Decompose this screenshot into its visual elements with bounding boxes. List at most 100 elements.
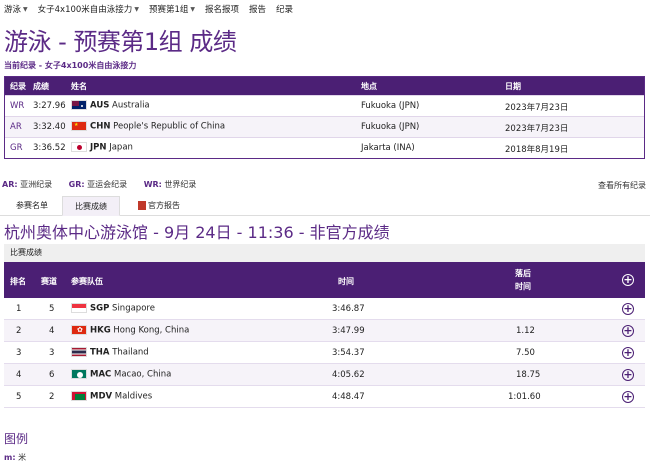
caret-down-icon: ▼ (134, 6, 139, 13)
record-holder[interactable]: ★ CHN People's Republic of China (71, 121, 225, 132)
nav-event-dropdown[interactable]: 女子4x100米自由泳接力 ▼ (38, 3, 139, 15)
nav-reports-link[interactable]: 报告 (249, 3, 266, 15)
record-row-wr: WR 3:27.96 AUS Australia Fukuoka (JPN) 2… (5, 95, 644, 116)
result-row: 5 2 MDV Maldives 4:48.47 1:01.60 + (4, 386, 645, 408)
country-name: People's Republic of China (113, 121, 226, 132)
expand-row-icon[interactable]: + (622, 303, 634, 315)
country-code: AUS (90, 100, 110, 111)
record-date: 2018年8月19日 (505, 145, 569, 155)
legend-text: 米 (18, 453, 27, 462)
header-date: 日期 (505, 82, 521, 91)
country-name: Thailand (112, 347, 149, 358)
results-section-label: 比赛成绩 (4, 244, 645, 262)
expand-row-icon[interactable]: + (622, 325, 634, 337)
record-type: GR (10, 143, 23, 153)
abbr-gr: GR: 亚运会纪录 (69, 180, 127, 189)
result-time: 4:05.62 (332, 370, 365, 380)
event-title: 杭州奥体中心游泳馆 - 9月 24日 - 11:36 - 非官方成绩 (4, 223, 390, 242)
result-lane: 3 (49, 348, 55, 358)
result-rank: 4 (16, 370, 22, 380)
result-behind: 1.12 (516, 326, 535, 336)
legend-code: m: (4, 453, 16, 462)
nav-label: 游泳 (4, 5, 22, 15)
records-header-row: 纪录 成绩 姓名 地点 日期 (5, 77, 644, 95)
flag-sgp-icon (71, 303, 87, 313)
result-lane: 4 (49, 326, 55, 336)
flag-mdv-icon (71, 391, 87, 401)
country-code: THA (90, 347, 110, 358)
pdf-icon (138, 201, 146, 210)
country-name: Hong Kong, China (113, 325, 190, 336)
nav-phase-dropdown[interactable]: 预赛第1组 ▼ (149, 3, 195, 15)
abbr-text: 亚洲纪录 (20, 180, 53, 189)
record-type: WR (10, 101, 25, 111)
abbr-text: 世界纪录 (164, 180, 197, 189)
view-all-records-link[interactable]: 查看所有纪录 (598, 180, 646, 191)
nav-records-link[interactable]: 纪录 (276, 3, 293, 15)
expand-row-icon[interactable]: + (622, 391, 634, 403)
top-nav: 游泳 ▼ 女子4x100米自由泳接力 ▼ 预赛第1组 ▼ 报名报项 报告 纪录 (0, 0, 650, 18)
record-holder[interactable]: AUS Australia (71, 100, 150, 111)
tab-official-report[interactable]: 官方报告 (126, 196, 192, 216)
record-holder[interactable]: JPN Japan (71, 142, 133, 153)
nav-entries-link[interactable]: 报名报项 (205, 3, 239, 15)
result-team[interactable]: THA Thailand (71, 347, 149, 358)
country-code: JPN (90, 142, 107, 153)
result-time: 3:46.87 (332, 304, 365, 314)
nav-sport-dropdown[interactable]: 游泳 ▼ (4, 3, 28, 15)
header-lane: 赛道 (41, 277, 57, 286)
result-rank: 5 (16, 392, 22, 402)
header-team: 参赛队伍 (71, 277, 103, 286)
flag-hkg-icon: ✿ (71, 325, 87, 335)
expand-row-icon[interactable]: + (622, 369, 634, 381)
abbr-code: WR: (143, 180, 162, 189)
flag-mac-icon (71, 369, 87, 379)
result-rank: 2 (16, 326, 22, 336)
tab-entries[interactable]: 参赛名单 (4, 196, 60, 216)
expand-row-icon[interactable]: + (622, 347, 634, 359)
result-team[interactable]: ✿ HKG Hong Kong, China (71, 325, 189, 336)
legend-title: 图例 (4, 432, 29, 446)
flag-jpn-icon (71, 142, 87, 152)
tab-results[interactable]: 比赛成绩 (62, 196, 120, 216)
result-team[interactable]: MDV Maldives (71, 391, 152, 402)
abbr-code: AR: (2, 180, 18, 189)
record-date: 2023年7月23日 (505, 124, 569, 134)
result-team[interactable]: MAC Macao, China (71, 369, 171, 380)
result-time: 4:48.47 (332, 392, 365, 402)
result-row: 3 3 THA Thailand 3:54.37 7.50 + (4, 342, 645, 364)
result-row: 2 4 ✿ HKG Hong Kong, China 3:47.99 1.12 + (4, 320, 645, 342)
nav-label: 预赛第1组 (148, 5, 189, 15)
country-name: Japan (109, 142, 133, 153)
flag-chn-icon: ★ (71, 121, 87, 131)
header-name: 姓名 (71, 82, 87, 91)
result-time: 3:54.37 (332, 348, 365, 358)
country-code: MAC (90, 369, 112, 380)
result-lane: 5 (49, 304, 55, 314)
record-abbreviations: AR: 亚洲纪录 GR: 亚运会纪录 WR: 世界纪录 (2, 179, 210, 190)
record-type: AR (10, 122, 22, 132)
abbr-ar: AR: 亚洲纪录 (2, 180, 52, 189)
abbr-wr: WR: 世界纪录 (144, 180, 197, 189)
record-venue: Fukuoka (JPN) (361, 101, 420, 111)
record-row-ar: AR 3:32.40 ★ CHN People's Republic of Chi… (5, 116, 644, 137)
flag-tha-icon (71, 347, 87, 357)
record-result: 3:27.96 (33, 101, 66, 111)
result-team[interactable]: SGP Singapore (71, 303, 155, 314)
country-code: CHN (90, 121, 111, 132)
header-record: 纪录 (10, 82, 26, 91)
country-code: MDV (90, 391, 113, 402)
nav-label: 女子4x100米自由泳接力 (37, 5, 133, 15)
result-row: 1 5 SGP Singapore 3:46.87 + (4, 298, 645, 320)
record-result: 3:32.40 (33, 122, 66, 132)
header-behind-1: 落后 (515, 269, 531, 278)
expand-all-icon[interactable]: + (622, 274, 634, 286)
header-behind-2: 时间 (515, 282, 531, 291)
tab-label: 比赛成绩 (75, 202, 107, 211)
records-subtitle: 当前纪录 - 女子4x100米自由泳接力 (4, 61, 137, 70)
result-row: 4 6 MAC Macao, China 4:05.62 18.75 + (4, 364, 645, 386)
tab-bar: 参赛名单 比赛成绩 官方报告 (0, 196, 650, 216)
header-venue: 地点 (361, 82, 377, 91)
results-header-row: 排名 赛道 参赛队伍 时间 落后 时间 + (4, 262, 645, 298)
flag-aus-icon (71, 100, 87, 110)
